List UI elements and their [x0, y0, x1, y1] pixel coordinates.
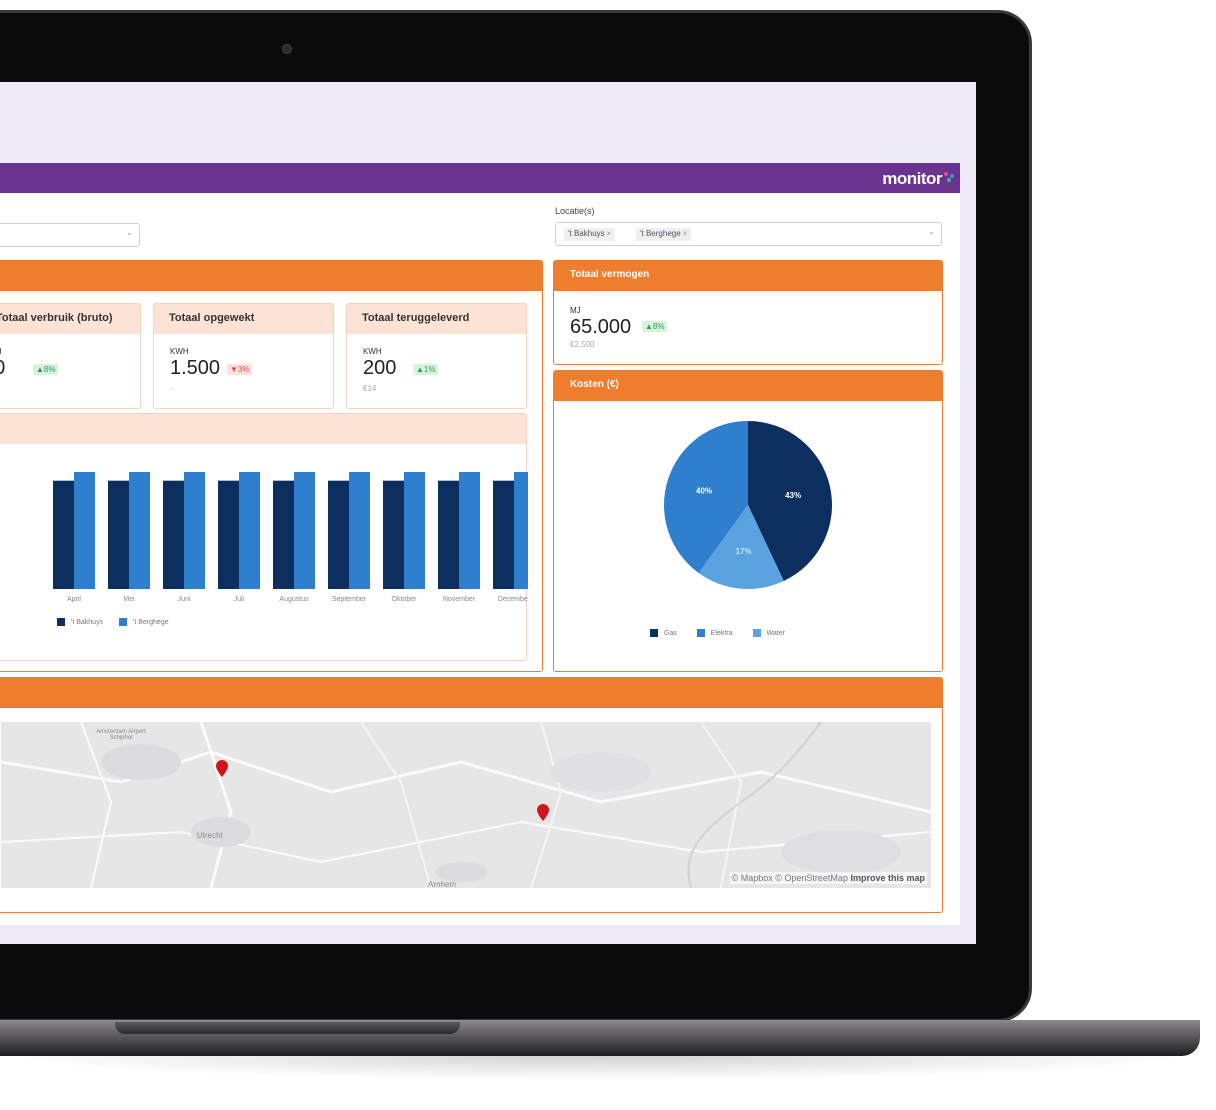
bar[interactable] — [273, 480, 294, 589]
vermogen-panel: Totaal vermogen MJ 65.000 ▲8% €2.500 — [553, 260, 943, 365]
x-tick-label: December — [498, 596, 528, 603]
x-tick-label: September — [332, 596, 367, 603]
bar[interactable] — [438, 480, 459, 589]
map-attribution: © Mapbox © OpenStreetMap Improve this ma… — [729, 872, 927, 884]
laptop-shadow — [0, 1056, 1200, 1080]
stat-value: 00 — [0, 357, 5, 380]
pie-slice-label: 43% — [785, 491, 801, 500]
bar[interactable] — [129, 472, 150, 589]
stat-value: 200 — [363, 357, 397, 379]
legend-item[interactable]: 't Bakhuys — [57, 618, 103, 626]
bar-legend: 't Bakhuys 't Berghege — [57, 618, 169, 626]
legend-item[interactable]: Gas — [650, 629, 677, 637]
x-tick-label: Juni — [178, 596, 191, 603]
period-select[interactable]: i ⌄ — [0, 223, 140, 247]
bar[interactable] — [328, 480, 349, 589]
brand-dots-icon — [944, 172, 956, 182]
map[interactable]: Amsterdam Airport Schiphol Utrecht Arnhe… — [1, 722, 931, 888]
kosten-title: Kosten (€) — [554, 371, 942, 401]
dashboard-content: i ⌄ Locatie(s) 't Bakhuys× 't Berghege× … — [0, 193, 960, 925]
screen-bezel-bottom — [0, 944, 976, 984]
improve-map-link[interactable]: Improve this map — [850, 873, 925, 883]
legend-item[interactable]: Elektra — [696, 629, 733, 637]
location-chip-label: 't Berghege — [640, 229, 681, 238]
stat-title: Totaal opgewekt — [154, 304, 333, 334]
stat-card-opgewekt: Totaal opgewekt KWH 1.500 ▼3% - — [153, 303, 334, 409]
stat-value: 1.500 — [170, 357, 221, 379]
x-tick-label: Oktober — [392, 596, 418, 603]
vermogen-subvalue: €2.500 — [570, 340, 595, 349]
chevron-down-icon: ⌄ — [928, 227, 935, 236]
map-label-arnhem: Arnhem — [428, 880, 457, 888]
pie-slice-label: 17% — [736, 547, 752, 556]
bar[interactable] — [404, 472, 425, 589]
stat-card-verbruik: Totaal verbruik (bruto) 00 ▲8% KWH — [0, 303, 141, 409]
laptop-hinge-notch — [115, 1022, 460, 1034]
bar[interactable] — [459, 472, 480, 589]
pie-slice-label: 40% — [696, 487, 712, 496]
map-label-utrecht: Utrecht — [197, 831, 223, 840]
vermogen-value: 65.000 — [570, 316, 632, 338]
location-chip[interactable]: 't Berghege × — [636, 228, 692, 241]
stat-unit: KWH — [0, 347, 2, 356]
x-tick-label: Mei — [123, 596, 135, 603]
x-tick-label: Juli — [234, 596, 245, 603]
webcam — [282, 44, 292, 54]
chevron-down-icon: ⌄ — [126, 228, 133, 237]
location-marker-icon[interactable] — [215, 760, 229, 778]
stat-title: Totaal teruggeleverd — [347, 304, 526, 334]
bar[interactable] — [163, 480, 184, 589]
bar[interactable] — [349, 472, 370, 589]
bar-chart: April Mei Juni Juli Augustus September Oktober… — [53, 472, 528, 603]
stat-card-teruggeleverd: Totaal teruggeleverd KWH 200 ▲1% €14 — [346, 303, 527, 409]
bar[interactable] — [74, 472, 95, 589]
stat-title: Totaal verbruik (bruto) — [0, 304, 140, 334]
vermogen-title: Totaal vermogen — [554, 261, 942, 291]
x-tick-label: Augustus — [279, 596, 309, 603]
location-select[interactable]: 't Bakhuys × 't Berghege × ⌄ — [555, 222, 942, 246]
kosten-panel: Kosten (€) 43% 17% 40% Gas Elektra Water — [553, 370, 943, 672]
legend-item[interactable]: 't Berghege — [119, 618, 169, 626]
map-panel-header — [0, 678, 942, 708]
stat-subvalue: €14 — [363, 384, 377, 393]
map-panel: Amsterdam Airport Schiphol Utrecht Arnhe… — [0, 677, 943, 913]
bar[interactable] — [184, 472, 205, 589]
attribution-text[interactable]: © Mapbox © OpenStreetMap — [732, 873, 848, 883]
bar[interactable] — [218, 480, 239, 589]
remove-chip-icon[interactable]: × — [683, 229, 688, 238]
energy-panel-header — [0, 261, 542, 291]
bar[interactable] — [53, 480, 74, 589]
app-header: monitor — [0, 163, 960, 193]
bar[interactable] — [239, 472, 260, 589]
map-label-schiphol: Amsterdam Airport Schiphol — [96, 729, 146, 741]
bar-chart-card: April Mei Juni Juli Augustus September Oktober… — [0, 413, 528, 661]
bar[interactable] — [493, 480, 514, 589]
x-tick-label: November — [443, 596, 476, 603]
bar[interactable] — [383, 480, 404, 589]
vermogen-change-badge: ▲8% — [642, 321, 668, 332]
stat-change-badge: ▲8% — [33, 364, 59, 375]
stat-subvalue: - — [170, 384, 173, 393]
pie-legend: Gas Elektra Water — [650, 629, 785, 637]
brand-logo: monitor — [882, 169, 942, 188]
stat-unit: KWH — [363, 347, 382, 356]
location-marker-icon[interactable] — [536, 804, 550, 822]
location-label: Locatie(s) — [555, 206, 595, 216]
bar-chart-header — [0, 414, 526, 444]
remove-chip-icon[interactable]: × — [607, 229, 612, 238]
bar[interactable] — [294, 472, 315, 589]
stat-change-badge: ▲1% — [413, 364, 439, 375]
vermogen-unit: MJ — [570, 306, 581, 315]
bar[interactable] — [514, 472, 528, 589]
stat-unit: KWH — [170, 347, 189, 356]
pie-chart: 43% 17% 40% — [664, 421, 832, 589]
location-chip-label: 't Bakhuys — [568, 229, 605, 238]
stat-change-badge: ▼3% — [227, 364, 253, 375]
bar[interactable] — [108, 480, 129, 589]
map-roads — [1, 722, 931, 888]
legend-item[interactable]: Water — [752, 629, 785, 637]
x-tick-label: April — [67, 596, 81, 603]
location-chip[interactable]: 't Bakhuys × — [564, 228, 616, 241]
